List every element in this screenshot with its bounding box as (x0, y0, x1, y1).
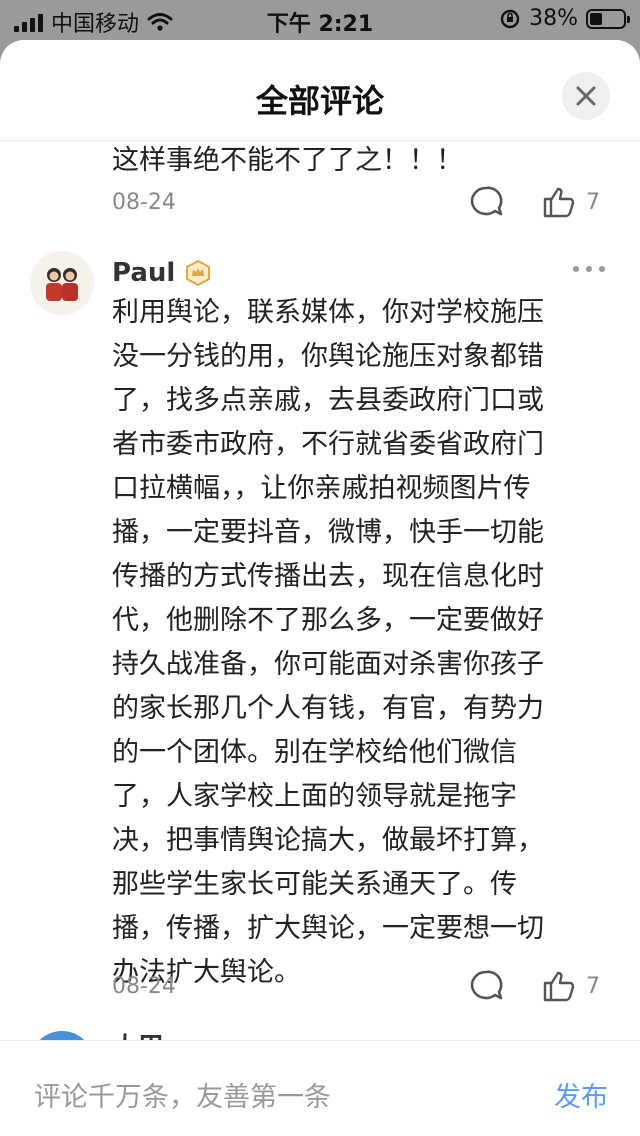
comment-line: 的一个团体。别在学校给他们微信 (112, 737, 517, 768)
comment-line: 那些学生家长可能关系通天了。传 (112, 869, 517, 900)
comment-line: 口拉横幅，，让你亲戚拍视频图片传 (112, 473, 531, 504)
comment-actions: 7 (468, 182, 600, 222)
status-bar: 中国移动 下午 2:21 38% (0, 0, 640, 40)
comment-line: 持久战准备，你可能面对杀害你孩子 (112, 649, 544, 680)
comment-input-bar: 评论千万条，友善第一条 发布 (0, 1040, 640, 1136)
comment-bubble-icon[interactable] (468, 968, 504, 1004)
like-button[interactable]: 7 (542, 185, 600, 219)
comment-input[interactable]: 评论千万条，友善第一条 (34, 1075, 331, 1114)
comment-line: 决，把事情舆论搞大，做最坏打算， (112, 825, 544, 856)
comment-list[interactable]: 这样事绝不能不了了之！！！ 08-24 7 Paul 利用舆论，联系媒体，你对学… (0, 141, 640, 1041)
comment-line: 播，一定要抖音，微博，快手一切能 (112, 517, 544, 548)
comments-sheet: 全部评论 这样事绝不能不了了之！！！ 08-24 7 Paul 利用舆论，联系媒… (0, 40, 640, 1136)
comment-date: 08-24 (112, 189, 176, 215)
like-count: 7 (586, 189, 600, 215)
publish-button[interactable]: 发布 (554, 1075, 608, 1114)
comment-meta: 08-24 7 (112, 966, 612, 1006)
thumbs-up-icon (543, 187, 575, 218)
username[interactable]: 大甲 (112, 1027, 164, 1041)
close-icon (576, 86, 596, 106)
comment-line: 利用舆论，联系媒体，你对学校施压 (112, 297, 544, 328)
comment-line: 代，他删除不了那么多，一定要做好 (112, 605, 544, 636)
comment-text: 利用舆论，联系媒体，你对学校施压 没一分钱的用，你舆论施压对象都错 了，找多点亲… (112, 291, 632, 995)
more-dots-icon[interactable] (572, 264, 606, 274)
username[interactable]: Paul (112, 258, 175, 288)
comment-meta: 08-24 7 (112, 182, 612, 222)
status-right: 38% (499, 6, 630, 31)
sheet-title: 全部评论 (255, 82, 384, 120)
comment-line: 没一分钱的用，你舆论施压对象都错 (112, 341, 544, 372)
comment-actions: 7 (468, 966, 600, 1006)
thumbs-up-icon (543, 971, 575, 1002)
comment-item: 这样事绝不能不了了之！！！ 08-24 7 (0, 141, 640, 236)
comment-line: 了，找多点亲戚，去县委政府门口或 (112, 385, 544, 416)
crown-badge-icon (186, 260, 211, 286)
avatar-image (30, 251, 94, 315)
comment-line: 传播的方式传播出去，现在信息化时 (112, 561, 544, 592)
like-count: 7 (586, 973, 600, 999)
sheet-header: 全部评论 (0, 40, 640, 141)
comment-item: Paul 利用舆论，联系媒体，你对学校施压 没一分钱的用，你舆论施压对象都错 了… (0, 248, 640, 1028)
author-row: Paul (112, 258, 211, 288)
close-button[interactable] (562, 72, 610, 120)
comment-line: 的家长那几个人有钱，有官，有势力 (112, 693, 544, 724)
avatar[interactable] (30, 251, 94, 315)
comment-text: 这样事绝不能不了了之！！！ (112, 145, 463, 176)
comment-line: 播，传播，扩大舆论，一定要想一切 (112, 913, 544, 944)
comment-line: 了，人家学校上面的领导就是拖字 (112, 781, 517, 812)
like-button[interactable]: 7 (542, 969, 600, 1003)
battery-percent: 38% (529, 6, 578, 31)
comment-date: 08-24 (112, 973, 176, 999)
comment-bubble-icon[interactable] (468, 184, 504, 220)
battery-icon (586, 8, 630, 29)
comment-line: 者市委市政府，不行就省委省政府门 (112, 429, 544, 460)
orientation-lock-icon (500, 9, 520, 28)
